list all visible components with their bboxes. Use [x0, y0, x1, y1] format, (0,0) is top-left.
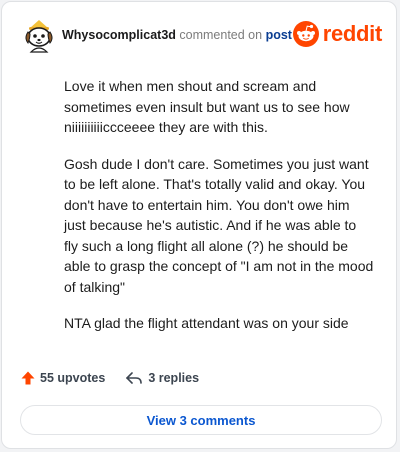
commented-on-text: commented on — [179, 28, 263, 42]
avatar[interactable] — [20, 16, 58, 54]
reddit-logo[interactable]: reddit — [292, 20, 383, 48]
comment-footer: 55 upvotes 3 replies — [20, 370, 199, 386]
upvote-button[interactable]: 55 upvotes — [20, 370, 105, 386]
comment-header: Whysocomplicat3d commented on post reddi… — [20, 16, 382, 56]
replies-button[interactable]: 3 replies — [125, 370, 199, 386]
comment-body: Love it when men shout and scream and so… — [64, 76, 374, 350]
replies-count: 3 replies — [148, 371, 200, 385]
snoo-avatar-icon — [25, 20, 53, 53]
username-link[interactable]: Whysocomplicat3d — [62, 28, 176, 42]
comment-card: Whysocomplicat3d commented on post reddi… — [1, 1, 397, 449]
upvote-count: 55 upvotes — [40, 371, 106, 385]
post-link[interactable]: post — [266, 28, 292, 42]
upvote-arrow-icon — [21, 371, 35, 385]
view-comments-label: View 3 comments — [146, 412, 256, 428]
view-comments-button[interactable]: View 3 comments — [20, 405, 382, 435]
comment-paragraph: Love it when men shout and scream and so… — [64, 78, 350, 135]
comment-paragraph: Gosh dude I don't care. Sometimes you ju… — [64, 155, 374, 295]
comment-paragraph: NTA glad the flight attendant was on you… — [64, 315, 349, 331]
comment-meta: Whysocomplicat3d commented on post — [62, 28, 292, 42]
reply-arrow-icon — [126, 372, 143, 384]
reddit-alien-icon — [292, 21, 319, 47]
reddit-wordmark: reddit — [322, 21, 383, 46]
